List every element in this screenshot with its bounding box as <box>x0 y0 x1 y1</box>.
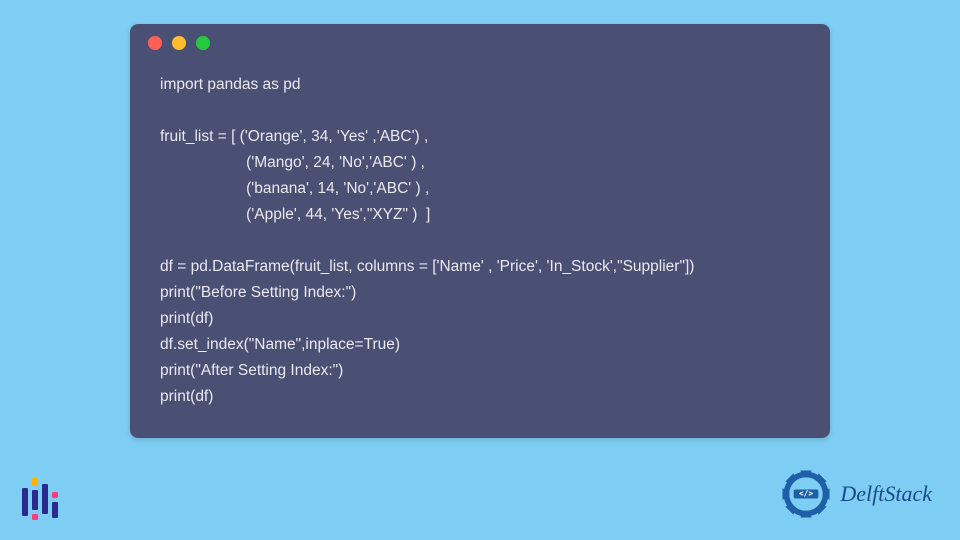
brand-badge-icon: </> <box>778 466 834 522</box>
code-line: ('Apple', 44, 'Yes',"XYZ" ) ] <box>160 206 430 223</box>
code-line: df = pd.DataFrame(fruit_list, columns = … <box>160 258 694 275</box>
brand-name: DelftStack <box>840 481 932 507</box>
code-line: print("After Setting Index:") <box>160 362 343 379</box>
code-line: ('Mango', 24, 'No','ABC' ) , <box>160 154 425 171</box>
code-window: import pandas as pd fruit_list = [ ('Ora… <box>130 24 830 438</box>
code-line: print("Before Setting Index:") <box>160 284 356 301</box>
code-body: import pandas as pd fruit_list = [ ('Ora… <box>130 62 830 420</box>
svg-text:</>: </> <box>799 489 813 498</box>
code-line: import pandas as pd <box>160 76 300 93</box>
close-dot-icon <box>148 36 162 50</box>
minimize-dot-icon <box>172 36 186 50</box>
left-logo-icon <box>20 478 64 522</box>
window-titlebar <box>130 24 830 62</box>
code-line: print(df) <box>160 310 213 327</box>
brand-logo: </> DelftStack <box>778 466 932 522</box>
maximize-dot-icon <box>196 36 210 50</box>
code-line: fruit_list = [ ('Orange', 34, 'Yes' ,'AB… <box>160 128 428 145</box>
code-line: df.set_index("Name",inplace=True) <box>160 336 400 353</box>
code-line: ('banana', 14, 'No','ABC' ) , <box>160 180 429 197</box>
code-line: print(df) <box>160 388 213 405</box>
